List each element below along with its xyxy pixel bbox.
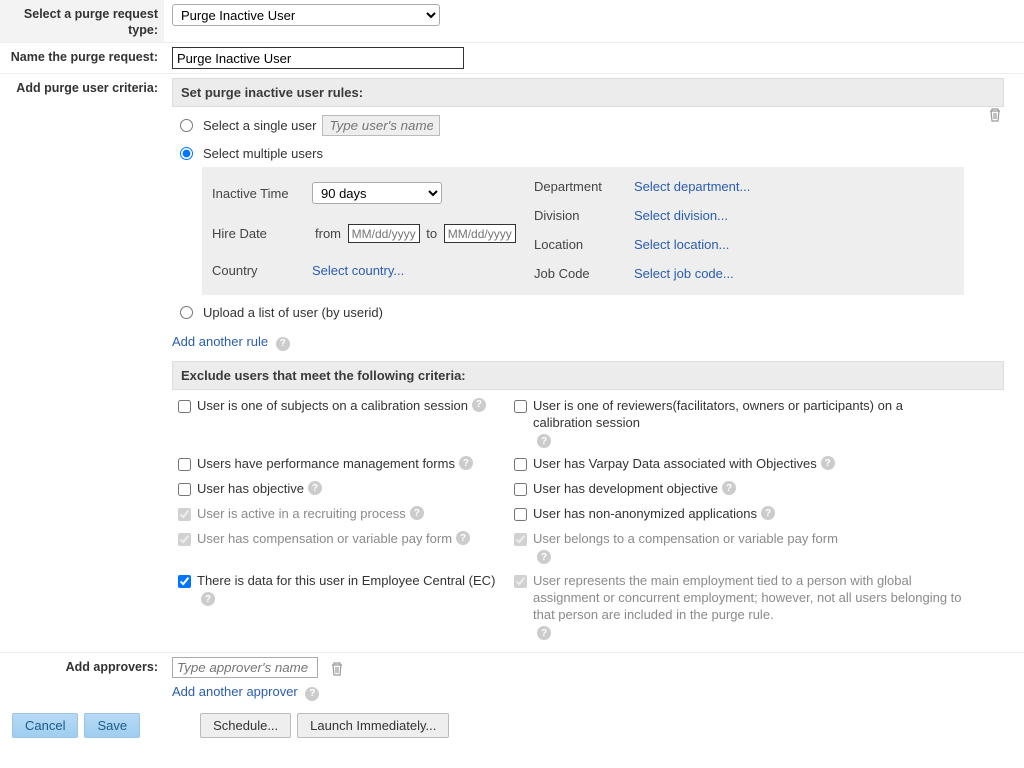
radio-upload-users[interactable]: Upload a list of user (by userid) <box>180 305 996 320</box>
chk-comp-form-label: User has compensation or variable pay fo… <box>197 531 452 548</box>
button-bar: Cancel Save Schedule... Launch Immediate… <box>0 705 1024 738</box>
select-jobcode-link[interactable]: Select job code... <box>634 266 734 281</box>
single-user-name-input[interactable] <box>322 115 440 136</box>
add-another-rule-link[interactable]: Add another rule <box>172 334 268 349</box>
select-country-link[interactable]: Select country... <box>312 263 404 278</box>
schedule-button[interactable]: Schedule... <box>200 713 291 738</box>
purge-type-select[interactable]: Purge Inactive User <box>172 4 440 26</box>
chk-ec-data[interactable] <box>178 575 191 588</box>
help-icon: ? <box>761 506 775 520</box>
help-icon: ? <box>276 337 290 351</box>
chk-varpay[interactable] <box>514 458 527 471</box>
delete-rule-icon[interactable] <box>988 106 1002 123</box>
approver-name-input[interactable] <box>172 657 318 678</box>
chk-ec-data-label: There is data for this user in Employee … <box>197 573 495 588</box>
help-icon: ? <box>537 550 551 564</box>
launch-button[interactable]: Launch Immediately... <box>297 713 449 738</box>
radio-upload-users-label: Upload a list of user (by userid) <box>203 305 383 320</box>
row-approvers: Add approvers: Add another approver ? <box>0 652 1024 705</box>
row-criteria: Add purge user criteria: Set purge inact… <box>0 74 1024 652</box>
select-division-link[interactable]: Select division... <box>634 208 728 223</box>
chk-varpay-label: User has Varpay Data associated with Obj… <box>533 456 817 473</box>
hire-date-to-input[interactable] <box>444 224 516 243</box>
hire-date-from-input[interactable] <box>348 224 420 243</box>
location-label: Location <box>534 237 634 252</box>
help-icon: ? <box>537 626 551 640</box>
radio-multiple-users[interactable]: Select multiple users <box>180 146 996 161</box>
division-label: Division <box>534 208 634 223</box>
help-icon: ? <box>308 481 322 495</box>
request-name-input[interactable] <box>172 47 464 69</box>
help-icon: ? <box>821 456 835 470</box>
label-name-request: Name the purge request: <box>0 43 164 73</box>
chk-objective[interactable] <box>178 483 191 496</box>
radio-upload-users-input[interactable] <box>180 306 193 319</box>
chk-recruiting <box>178 508 191 521</box>
help-icon: ? <box>410 506 424 520</box>
criteria-panel: Inactive Time 90 days Hire Date from to … <box>202 167 964 295</box>
label-add-criteria: Add purge user criteria: <box>0 74 164 652</box>
radio-multiple-users-input[interactable] <box>180 147 193 160</box>
inactive-time-select[interactable]: 90 days <box>312 182 442 204</box>
chk-dev-objective[interactable] <box>514 483 527 496</box>
chk-recruiting-label: User is active in a recruiting process <box>197 506 406 523</box>
chk-main-employment-label: User represents the main employment tied… <box>533 573 962 622</box>
radio-single-user-input[interactable] <box>180 119 193 132</box>
chk-calibration-subject-label: User is one of subjects on a calibration… <box>197 398 468 415</box>
radio-single-user-label: Select a single user <box>203 118 316 133</box>
help-icon: ? <box>456 531 470 545</box>
help-icon: ? <box>201 592 215 606</box>
chk-perf-forms-label: Users have performance management forms <box>197 456 455 473</box>
rules-header: Set purge inactive user rules: <box>172 78 1004 107</box>
row-purge-type: Select a purge request type: Purge Inact… <box>0 0 1024 43</box>
exclude-header: Exclude users that meet the following cr… <box>172 361 1004 390</box>
select-department-link[interactable]: Select department... <box>634 179 750 194</box>
label-add-approvers: Add approvers: <box>0 653 164 705</box>
help-icon: ? <box>305 687 319 701</box>
radio-multiple-users-label: Select multiple users <box>203 146 323 161</box>
chk-perf-forms[interactable] <box>178 458 191 471</box>
radio-single-user[interactable]: Select a single user <box>180 115 996 136</box>
chk-belongs-comp-form <box>514 533 527 546</box>
label-purge-type: Select a purge request type: <box>0 0 164 42</box>
department-label: Department <box>534 179 634 194</box>
hire-date-label: Hire Date <box>212 226 312 241</box>
to-label: to <box>426 226 437 241</box>
help-icon: ? <box>472 398 486 412</box>
jobcode-label: Job Code <box>534 266 634 281</box>
chk-objective-label: User has objective <box>197 481 304 498</box>
chk-calibration-reviewer[interactable] <box>514 400 527 413</box>
help-icon: ? <box>459 456 473 470</box>
country-label: Country <box>212 263 312 278</box>
help-icon: ? <box>537 434 551 448</box>
save-button[interactable]: Save <box>84 713 140 738</box>
row-name-request: Name the purge request: <box>0 43 1024 74</box>
add-another-approver-link[interactable]: Add another approver <box>172 684 298 699</box>
chk-main-employment <box>514 575 527 588</box>
chk-non-anon-apps[interactable] <box>514 508 527 521</box>
exclude-grid: User is one of subjects on a calibration… <box>178 398 964 641</box>
delete-approver-icon[interactable] <box>330 660 344 675</box>
inactive-time-label: Inactive Time <box>212 186 312 201</box>
chk-calibration-subject[interactable] <box>178 400 191 413</box>
select-location-link[interactable]: Select location... <box>634 237 729 252</box>
chk-calibration-reviewer-label: User is one of reviewers(facilitators, o… <box>533 398 903 430</box>
cancel-button[interactable]: Cancel <box>12 713 78 738</box>
chk-comp-form <box>178 533 191 546</box>
from-label: from <box>315 226 341 241</box>
chk-belongs-comp-form-label: User belongs to a compensation or variab… <box>533 531 838 546</box>
chk-dev-objective-label: User has development objective <box>533 481 718 498</box>
help-icon: ? <box>722 481 736 495</box>
chk-non-anon-apps-label: User has non-anonymized applications <box>533 506 757 523</box>
